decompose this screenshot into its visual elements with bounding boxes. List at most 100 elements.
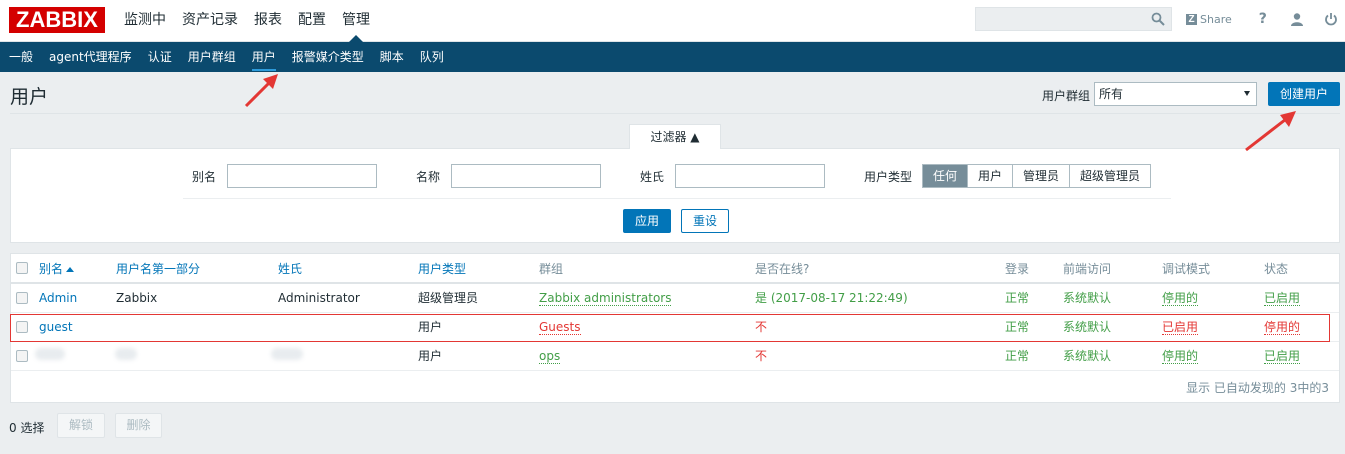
group-link[interactable]: Guests [539, 320, 581, 335]
header-divider [10, 113, 1340, 114]
dropdown-arrow-icon [1244, 91, 1250, 96]
power-icon[interactable] [1323, 11, 1339, 27]
status-toggle[interactable]: 已启用 [1264, 291, 1301, 306]
debug-toggle[interactable]: 停用的 [1162, 349, 1199, 364]
share-label: Share [1200, 12, 1232, 26]
unlock-button[interactable]: 解锁 [57, 413, 105, 438]
header-name[interactable]: 用户名第一部分 [116, 254, 200, 283]
top-icons: Z Share ? [1186, 8, 1345, 30]
alias-field[interactable] [227, 164, 377, 188]
submenu-user-groups[interactable]: 用户群组 [180, 42, 244, 72]
user-type-user[interactable]: 用户 [968, 165, 1014, 187]
share-button[interactable]: Z Share [1186, 13, 1232, 26]
user-group-label: 用户群组 [1042, 89, 1091, 103]
group-link[interactable]: ops [539, 349, 561, 364]
header-alias[interactable]: 别名 [39, 254, 75, 283]
search-icon[interactable] [1151, 12, 1165, 26]
redacted-alias [35, 348, 65, 360]
filter-divider [183, 198, 1171, 199]
header-login: 登录 [1005, 262, 1030, 276]
header-debug-mode: 调试模式 [1162, 262, 1211, 276]
frontend-cell: 系统默认 [1063, 349, 1112, 363]
reset-button[interactable]: 重设 [681, 209, 729, 233]
row-checkbox[interactable] [16, 292, 28, 304]
frontend-cell: 系统默认 [1063, 320, 1112, 334]
submenu-proxies[interactable]: agent代理程序 [41, 42, 140, 72]
online-cell: 不 [755, 320, 768, 334]
user-group-value: 所有 [1099, 87, 1124, 101]
user-profile-icon[interactable] [1289, 11, 1305, 27]
submenu-general[interactable]: 一般 [0, 42, 41, 72]
user-type-cell: 用户 [418, 320, 443, 334]
debug-toggle[interactable]: 停用的 [1162, 291, 1199, 306]
table-row: guest 用户 Guests 不 正常 系统默认 已启用 停用的 [11, 313, 1339, 342]
name-label: 名称 [416, 170, 441, 184]
status-toggle[interactable]: 停用的 [1264, 320, 1301, 335]
menu-reports[interactable]: 报表 [246, 0, 290, 42]
delete-button[interactable]: 删除 [115, 413, 162, 438]
group-link[interactable]: Zabbix administrators [539, 291, 672, 306]
surname-cell: Administrator [278, 291, 360, 305]
alias-link[interactable]: guest [39, 313, 73, 342]
header-surname[interactable]: 姓氏 [278, 254, 302, 283]
menu-administration[interactable]: 管理 [334, 0, 378, 42]
share-icon: Z [1186, 13, 1197, 25]
header-groups: 群组 [539, 262, 564, 276]
user-type-label: 用户类型 [864, 170, 913, 184]
header-frontend-access: 前端访问 [1063, 262, 1112, 276]
table-footer: 显示 已自动发现的 3中的3 [1186, 381, 1329, 395]
table-row: Admin Zabbix Administrator 超级管理员 Zabbix … [11, 284, 1339, 313]
alias-label: 别名 [192, 170, 217, 184]
search-input[interactable] [975, 7, 1172, 31]
debug-toggle[interactable]: 已启用 [1162, 320, 1199, 335]
table-row: 用户 ops 不 正常 系统默认 停用的 已启用 [11, 342, 1339, 371]
menu-monitoring[interactable]: 监测中 [116, 0, 174, 42]
frontend-cell: 系统默认 [1063, 291, 1112, 305]
filter-tab[interactable]: 过滤器 ▲ [629, 124, 721, 149]
name-cell: Zabbix [116, 291, 158, 305]
row-checkbox[interactable] [16, 321, 28, 333]
selected-count: 0 选择 [9, 421, 45, 435]
login-cell: 正常 [1005, 291, 1030, 305]
user-type-cell: 用户 [418, 349, 443, 363]
status-toggle[interactable]: 已启用 [1264, 349, 1301, 364]
alias-link[interactable]: Admin [39, 284, 77, 313]
submenu-queue[interactable]: 队列 [412, 42, 452, 72]
sort-asc-icon [66, 267, 75, 272]
filter-panel: 别名 名称 姓氏 用户类型 任何 用户 管理员 超级管理员 应用 重设 [10, 148, 1340, 243]
redacted-name [115, 348, 137, 360]
menu-configuration[interactable]: 配置 [290, 0, 334, 42]
login-cell: 正常 [1005, 320, 1030, 334]
table-header: 别名 用户名第一部分 姓氏 用户类型 群组 是否在线? 登录 前端访问 调试模式… [11, 254, 1339, 284]
surname-label: 姓氏 [640, 170, 665, 184]
submenu-scripts[interactable]: 脚本 [372, 42, 412, 72]
menu-inventory[interactable]: 资产记录 [174, 0, 246, 42]
sub-menu: 一般 agent代理程序 认证 用户群组 用户 报警媒介类型 脚本 队列 [0, 42, 1345, 72]
submenu-users[interactable]: 用户 [244, 42, 284, 72]
header-user-type[interactable]: 用户类型 [418, 254, 466, 283]
main-menu: 监测中 资产记录 报表 配置 管理 [116, 0, 378, 42]
page-title: 用户 [10, 86, 49, 108]
zabbix-logo[interactable]: ZABBIX [9, 7, 105, 33]
online-cell: 不 [755, 349, 768, 363]
help-icon[interactable]: ? [1255, 11, 1271, 27]
online-cell: 是 (2017-08-17 21:22:49) [755, 291, 908, 305]
user-type-super-admin[interactable]: 超级管理员 [1070, 165, 1151, 187]
user-type-admin[interactable]: 管理员 [1013, 165, 1071, 187]
login-cell: 正常 [1005, 349, 1030, 363]
create-user-button[interactable]: 创建用户 [1268, 82, 1340, 106]
header-alias-label: 别名 [39, 262, 64, 276]
user-type-any[interactable]: 任何 [923, 165, 969, 187]
redacted-surname [271, 348, 303, 360]
surname-field[interactable] [675, 164, 825, 188]
user-type-segmented: 任何 用户 管理员 超级管理员 [922, 164, 1152, 188]
users-table: 别名 用户名第一部分 姓氏 用户类型 群组 是否在线? 登录 前端访问 调试模式… [10, 253, 1340, 403]
submenu-authentication[interactable]: 认证 [140, 42, 180, 72]
select-all-checkbox[interactable] [16, 262, 28, 274]
user-group-select[interactable]: 所有 [1094, 82, 1257, 106]
apply-button[interactable]: 应用 [623, 209, 671, 233]
header-online: 是否在线? [755, 262, 810, 276]
submenu-media-types[interactable]: 报警媒介类型 [284, 42, 372, 72]
name-field[interactable] [451, 164, 601, 188]
row-checkbox[interactable] [16, 350, 28, 362]
